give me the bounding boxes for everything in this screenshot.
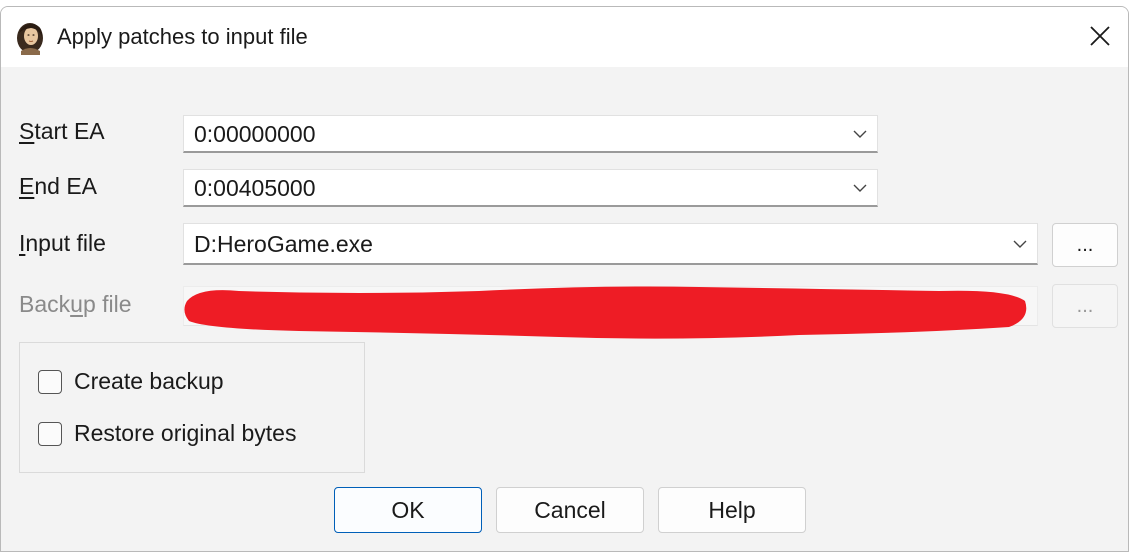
start-ea-value: 0:00000000 [194,121,316,147]
checkbox-box[interactable] [38,369,62,394]
cancel-button[interactable]: Cancel [496,487,644,533]
patch-dialog: Apply patches to input file Start EA 0:0… [0,6,1129,552]
title-bar: Apply patches to input file [1,7,1128,67]
ida-portrait-icon [17,23,43,55]
end-ea-label: End EA [19,173,97,199]
chevron-down-icon [853,184,867,192]
end-ea-value: 0:00405000 [194,175,316,201]
restore-original-checkbox[interactable]: Restore original bytes [38,420,296,447]
chevron-down-icon [853,130,867,138]
create-backup-checkbox[interactable]: Create backup [38,368,224,395]
input-file-browse-button[interactable]: ... [1052,223,1118,267]
chevron-down-icon [1013,240,1027,248]
input-file-value: D:HeroGame.exe [194,231,373,257]
restore-original-label: Restore original bytes [74,420,297,446]
close-icon [1090,26,1110,46]
input-file-label: Input file [19,230,106,256]
checkbox-box[interactable] [38,421,62,446]
help-button[interactable]: Help [658,487,806,533]
ok-button[interactable]: OK [334,487,482,533]
input-file-combo[interactable]: D:HeroGame.exe [183,223,1038,265]
redaction-scribble [184,286,1027,339]
backup-file-label: Backup file [19,291,132,317]
start-ea-label: Start EA [19,118,105,144]
create-backup-label: Create backup [74,368,224,394]
dialog-title: Apply patches to input file [57,24,308,49]
options-group: Create backup Restore original bytes [19,342,365,473]
start-ea-combo[interactable]: 0:00000000 [183,115,878,153]
backup-file-browse-button: ... [1052,284,1118,328]
end-ea-combo[interactable]: 0:00405000 [183,169,878,207]
close-button[interactable] [1072,7,1128,65]
